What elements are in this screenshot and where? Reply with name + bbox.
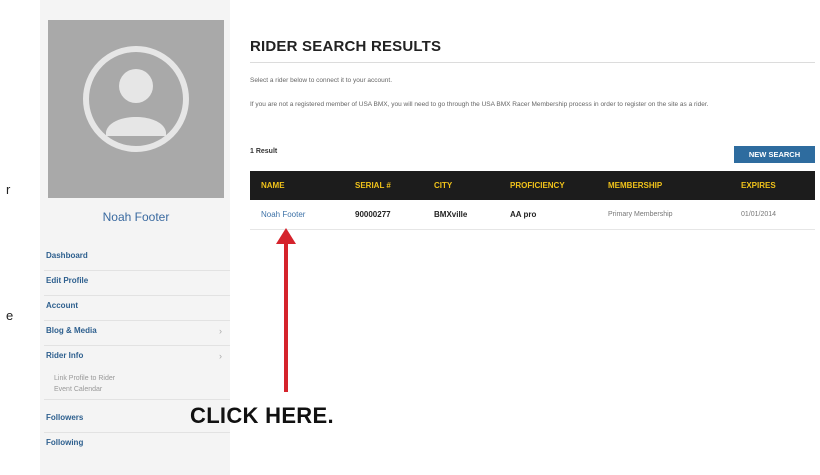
result-count: 1 Result (250, 148, 278, 155)
profile-name: Noah Footer (102, 210, 170, 224)
sidebar-item-label: Dashboard (46, 251, 88, 260)
rider-serial: 90000277 (355, 210, 391, 219)
column-header-name: NAME (261, 181, 285, 190)
rider-proficiency: AA pro (510, 210, 537, 219)
sidebar-item-account[interactable]: Account (44, 296, 230, 321)
new-search-button[interactable]: NEW SEARCH (734, 146, 815, 163)
chevron-right-icon[interactable]: › (219, 321, 222, 341)
sidebar-item-label: Account (46, 301, 78, 310)
cropped-text-fragment: e (6, 308, 14, 323)
sidebar-item-edit-profile[interactable]: Edit Profile (44, 271, 230, 296)
user-avatar-icon (83, 46, 189, 152)
sidebar-item-following[interactable]: Following (44, 433, 230, 458)
rider-city: BMXville (434, 210, 468, 219)
main-content: RIDER SEARCH RESULTS Select a rider belo… (250, 0, 820, 475)
column-header-membership: MEMBERSHIP (608, 181, 663, 190)
sidebar-item-label: Edit Profile (46, 276, 89, 285)
sidebar-item-label: Blog & Media (46, 326, 97, 335)
column-header-expires: EXPIRES (741, 181, 776, 190)
click-here-callout: CLICK HERE. (190, 403, 334, 428)
avatar (48, 20, 224, 198)
sidebar-subitem-link-profile[interactable]: Link Profile to Rider (44, 373, 230, 384)
page-title: RIDER SEARCH RESULTS (250, 38, 442, 55)
sidebar-item-blog-media[interactable]: Blog & Media › (44, 321, 230, 346)
column-header-city: CITY (434, 181, 453, 190)
title-divider (250, 62, 815, 63)
results-table-header: NAME SERIAL # CITY PROFICIENCY MEMBERSHI… (250, 171, 815, 200)
column-header-proficiency: PROFICIENCY (510, 181, 565, 190)
sidebar-item-label: Following (46, 438, 84, 447)
sidebar-subitem-event-calendar[interactable]: Event Calendar (44, 384, 230, 395)
sidebar-item-dashboard[interactable]: Dashboard (44, 246, 230, 271)
sidebar-item-label: Rider Info (46, 351, 84, 360)
cropped-text-fragment: r (6, 182, 11, 197)
table-row: Noah Footer 90000277 BMXville AA pro Pri… (250, 200, 815, 230)
sidebar-item-rider-info[interactable]: Rider Info › (44, 346, 230, 371)
rider-name-link[interactable]: Noah Footer (261, 200, 305, 230)
annotation-arrow (284, 242, 288, 392)
rider-membership: Primary Membership (608, 211, 673, 218)
chevron-right-icon[interactable]: › (219, 346, 222, 366)
rider-info-submenu: Link Profile to Rider Event Calendar (44, 371, 230, 400)
notice-text: If you are not a registered member of US… (250, 101, 709, 108)
rider-expires: 01/01/2014 (741, 211, 777, 218)
column-header-serial: SERIAL # (355, 181, 391, 190)
sidebar-item-label: Followers (46, 413, 84, 422)
intro-text: Select a rider below to connect it to yo… (250, 77, 392, 84)
